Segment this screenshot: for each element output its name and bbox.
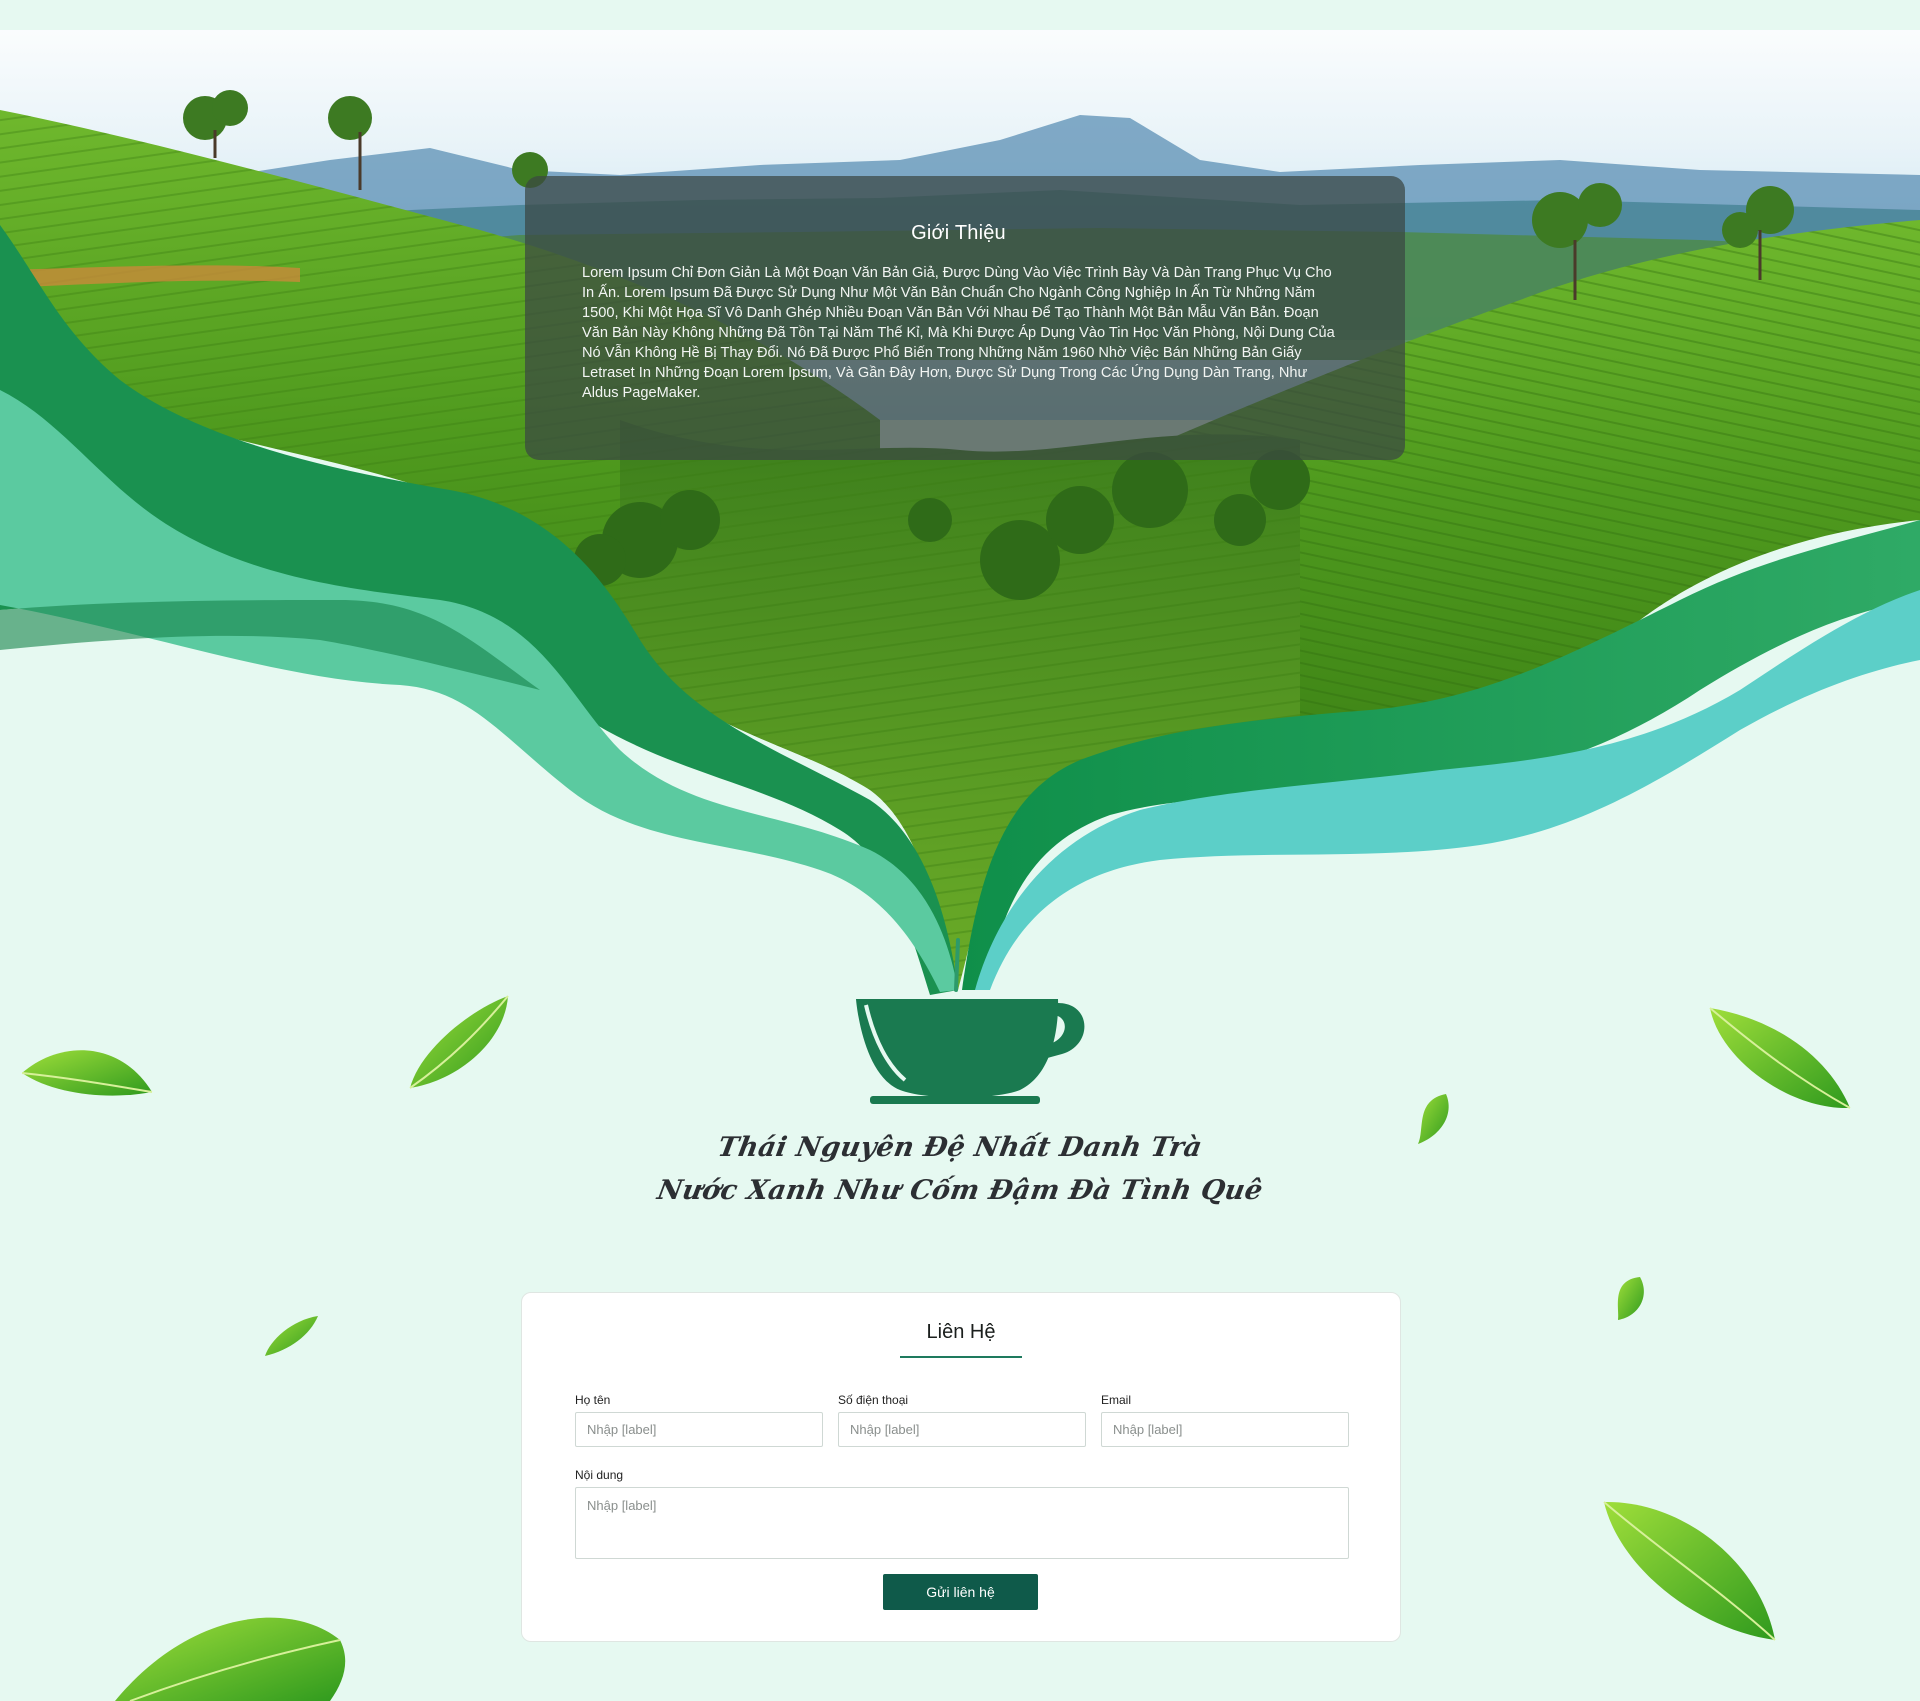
name-input[interactable]	[575, 1412, 823, 1447]
intro-body: Lorem Ipsum Chỉ Đơn Giản Là Một Đoạn Văn…	[582, 265, 1335, 401]
tea-leaf-icon	[1617, 1277, 1644, 1320]
message-label: Nội dung	[575, 1468, 624, 1482]
tea-leaf-icon	[1603, 1501, 1776, 1641]
email-input[interactable]	[1101, 1412, 1349, 1447]
slogan-line-2: Nước Xanh Như Cốm Đậm Đà Tình Quê	[654, 1175, 1266, 1206]
tea-leaf-icon	[265, 1316, 318, 1356]
contact-form: Liên Hệ Họ tên Số điện thoại Email Nội d…	[521, 1292, 1401, 1642]
tea-cup-icon	[856, 999, 1085, 1104]
contact-title: Liên Hệ	[926, 1321, 996, 1343]
contact-title-underline	[900, 1356, 1022, 1358]
name-label: Họ tên	[575, 1393, 611, 1407]
submit-contact-button[interactable]: Gửi liên hệ	[883, 1574, 1038, 1610]
phone-label: Số điện thoại	[838, 1393, 909, 1407]
intro-title: Giới Thiệu	[911, 222, 1006, 244]
slogan-line-1: Thái Nguyên Đệ Nhất Danh Trà	[715, 1132, 1205, 1163]
tea-leaf-icon	[409, 995, 509, 1089]
email-label: Email	[1101, 1393, 1132, 1407]
tea-leaf-icon	[115, 1617, 346, 1701]
phone-input[interactable]	[838, 1412, 1086, 1447]
intro-panel: Giới Thiệu Lorem Ipsum Chỉ Đơn Giản Là M…	[525, 176, 1405, 460]
tea-leaf-icon	[21, 1050, 153, 1096]
message-textarea[interactable]	[575, 1487, 1349, 1559]
tea-leaf-icon	[1709, 1007, 1851, 1109]
